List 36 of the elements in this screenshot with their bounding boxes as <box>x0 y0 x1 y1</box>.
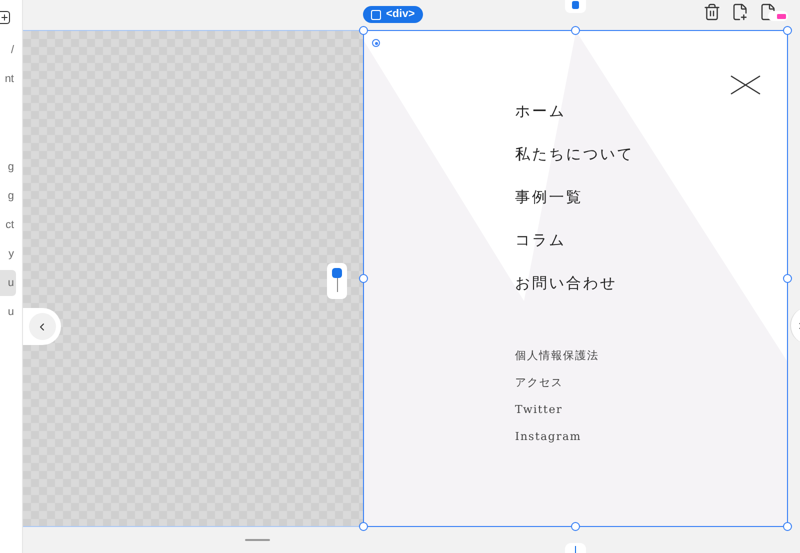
sidebar-item[interactable]: nt <box>0 66 16 92</box>
divider-handle[interactable] <box>327 263 347 299</box>
resize-handle[interactable] <box>359 522 368 531</box>
resize-handle[interactable] <box>783 26 792 35</box>
footer-link[interactable]: Instagram <box>515 428 582 446</box>
square-icon <box>371 10 381 20</box>
menu-link[interactable]: 事例一覧 <box>515 185 583 209</box>
page-icon[interactable] <box>759 3 777 21</box>
menu-link[interactable]: 私たちについて <box>515 142 634 166</box>
resize-handle[interactable] <box>783 274 792 283</box>
sidebar-item[interactable]: / <box>0 37 16 63</box>
resize-handle[interactable] <box>571 522 580 531</box>
footer-link[interactable]: Twitter <box>515 401 562 419</box>
resize-handle[interactable] <box>359 26 368 35</box>
resize-handle[interactable] <box>571 26 580 35</box>
bottom-handle[interactable] <box>565 543 586 553</box>
menu-link[interactable]: ホーム <box>515 99 566 123</box>
close-icon[interactable] <box>730 75 761 95</box>
sidebar-item[interactable]: u <box>0 270 16 296</box>
menu-link[interactable]: コラム <box>515 228 566 252</box>
sidebar-item[interactable]: u <box>0 299 16 325</box>
drag-handle[interactable] <box>565 0 586 13</box>
sidebar-item[interactable]: ct <box>0 212 16 238</box>
target-icon <box>372 39 380 47</box>
add-icon[interactable] <box>0 10 10 24</box>
element-tag: <div> <box>386 6 415 23</box>
resize-handle[interactable] <box>783 522 792 531</box>
menu-link[interactable]: お問い合わせ <box>515 271 617 295</box>
delete-icon[interactable] <box>703 3 721 21</box>
sidebar-item[interactable]: y <box>0 241 16 267</box>
sidebar-item[interactable]: g <box>0 154 16 180</box>
footer-link[interactable]: アクセス <box>515 374 563 392</box>
footer-link[interactable]: 個人情報保護法 <box>515 347 599 365</box>
sidebar-item[interactable]: g <box>0 183 16 209</box>
add-page-icon[interactable] <box>731 3 749 21</box>
element-badge[interactable]: <div> <box>363 6 423 23</box>
